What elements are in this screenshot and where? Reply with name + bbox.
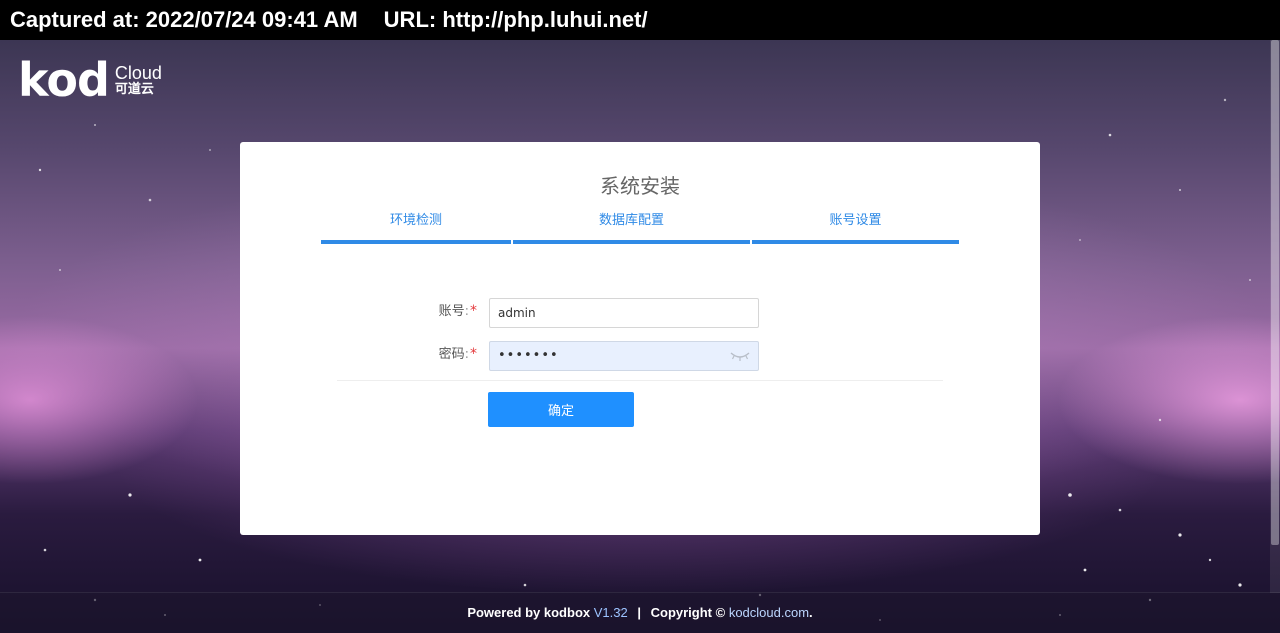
logo-mark: kod (18, 53, 110, 107)
page-footer: Powered by kodbox V1.32 | Copyright © ko… (0, 592, 1280, 633)
logo-cn-text: 可道云 (114, 82, 154, 97)
step-account-settings: 账号设置 (752, 212, 959, 244)
step-progress-bar (321, 240, 511, 244)
footer-tail: . (809, 605, 813, 620)
required-marker: * (470, 303, 477, 319)
form-divider (337, 380, 943, 381)
password-row: 密码:* ••••••• (240, 341, 1040, 371)
eye-closed-icon[interactable] (729, 349, 751, 363)
footer-site-link[interactable]: kodcloud.com (729, 605, 809, 620)
page-title: 系统安装 (600, 174, 680, 198)
install-steps: 环境检测 数据库配置 账号设置 (321, 212, 959, 244)
step-progress-bar (513, 240, 750, 244)
step-label: 数据库配置 (598, 213, 664, 228)
page-scrollbar[interactable] (1270, 40, 1280, 593)
account-label: 账号:* (438, 303, 477, 319)
step-environment-check: 环境检测 (321, 212, 511, 244)
confirm-button[interactable]: 确定 (488, 392, 634, 427)
account-input[interactable] (489, 298, 759, 328)
footer-copyright: Copyright © (650, 605, 726, 620)
capture-timestamp: Captured at: 2022/07/24 09:41 AM (10, 7, 358, 32)
footer-version: V1.32 (593, 605, 628, 620)
password-input[interactable]: ••••••• (489, 341, 759, 371)
step-progress-bar (752, 240, 959, 244)
step-database-config: 数据库配置 (513, 212, 750, 244)
kodcloud-logo: kod Cloud 可道云 (18, 53, 162, 107)
logo-text: Cloud 可道云 (115, 64, 162, 98)
step-label: 环境检测 (389, 213, 442, 228)
install-panel: 系统安装 环境检测 数据库配置 账号设置 账号:* 密码:* ••••••• 确… (240, 142, 1040, 535)
step-label: 账号设置 (829, 213, 882, 228)
footer-powered: Powered by kodbox (467, 605, 591, 620)
account-row: 账号:* (240, 298, 1040, 328)
scrollbar-thumb[interactable] (1271, 40, 1279, 545)
password-label: 密码:* (438, 346, 477, 362)
footer-divider: | (637, 605, 641, 620)
capture-info-bar: Captured at: 2022/07/24 09:41 AM URL: htt… (0, 0, 1280, 40)
logo-cloud-text: Cloud (114, 63, 162, 83)
capture-url: URL: http://php.luhui.net/ (383, 7, 648, 32)
required-marker: * (470, 346, 477, 362)
